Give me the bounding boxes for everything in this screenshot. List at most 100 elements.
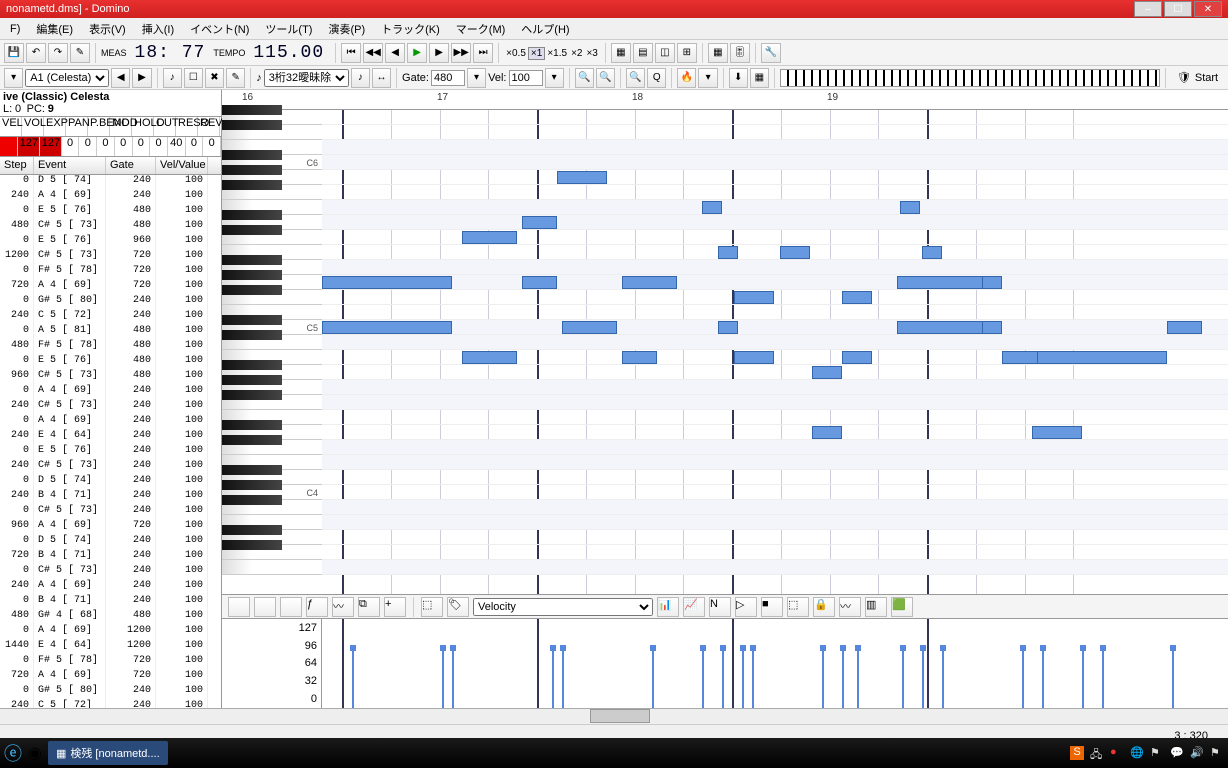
velocity-stick[interactable] [552, 648, 554, 708]
speed-button[interactable]: ×2 [569, 48, 584, 59]
event-row[interactable]: 0E 5 [ 76]240100 [0, 445, 221, 460]
select-tool-icon[interactable]: ☐ [184, 68, 203, 88]
midi-note[interactable] [842, 351, 872, 364]
velocity-stick[interactable] [857, 648, 859, 708]
midi-note[interactable] [718, 321, 738, 334]
event-row[interactable]: 960A 4 [ 69]720100 [0, 520, 221, 535]
midi-note[interactable] [734, 351, 774, 364]
fn-tool-icon[interactable]: ƒ [306, 597, 328, 617]
taskbar-item[interactable]: ▦ 検残 [nonametd.... [48, 741, 168, 765]
marquee-icon[interactable]: ⬚ [421, 597, 443, 617]
event-row[interactable]: 0F# 5 [ 78]720100 [0, 265, 221, 280]
midi-note[interactable] [522, 216, 557, 229]
velocity-stick[interactable] [1082, 648, 1084, 708]
h-scrollbar[interactable] [0, 708, 1228, 724]
midi-note[interactable] [812, 366, 842, 379]
midi-note[interactable] [982, 276, 1002, 289]
event-row[interactable]: 0E 5 [ 76]480100 [0, 355, 221, 370]
menu-item[interactable]: ヘルプ(H) [513, 21, 577, 37]
velocity-stick[interactable] [842, 648, 844, 708]
midi-note[interactable] [522, 276, 557, 289]
system-tray[interactable]: S 🖧 ● 🌐 ⚑ 💬 🔊 ⚑ [1070, 746, 1224, 760]
view2-icon[interactable]: ▤ [633, 43, 653, 63]
velocity-stick[interactable] [722, 648, 724, 708]
event-row[interactable]: 240A 4 [ 69]240100 [0, 190, 221, 205]
speed-button[interactable]: ×0.5 [504, 48, 528, 59]
event-row[interactable]: 720B 4 [ 71]240100 [0, 550, 221, 565]
midi-note[interactable] [812, 426, 842, 439]
snap-opt2-icon[interactable]: ↔ [372, 68, 391, 88]
midi-note[interactable] [780, 246, 810, 259]
view4-icon[interactable]: ⊞ [677, 43, 697, 63]
midi-note[interactable] [622, 351, 657, 364]
lock-icon[interactable]: 🔒 [813, 597, 835, 617]
pen-tool-icon[interactable] [280, 597, 302, 617]
piano-keys[interactable]: C6C5C4 [222, 110, 322, 594]
meter-icon[interactable]: 🟩 [891, 597, 913, 617]
erase-tool-icon[interactable]: ✖ [205, 68, 224, 88]
event-row[interactable]: 0A 4 [ 69]240100 [0, 415, 221, 430]
menu-item[interactable]: 編集(E) [28, 21, 81, 37]
velocity-grid[interactable] [322, 619, 1228, 708]
event-row[interactable]: 0A 5 [ 81]480100 [0, 325, 221, 340]
next-track-icon[interactable]: ▶ [132, 68, 151, 88]
event-row[interactable]: 720A 4 [ 69]720100 [0, 280, 221, 295]
zoomfit-icon[interactable]: 🔍 [626, 68, 645, 88]
vel-input[interactable] [509, 70, 543, 86]
event-row[interactable]: 480G# 4 [ 68]480100 [0, 610, 221, 625]
track-select[interactable]: A1 (Celesta) [25, 69, 109, 87]
ie-icon[interactable]: ⓔ [4, 740, 22, 766]
snap-opt1-icon[interactable]: ♪ [351, 68, 370, 88]
menu-item[interactable]: マーク(M) [448, 21, 514, 37]
velocity-stick[interactable] [452, 648, 454, 708]
midi-note[interactable] [922, 246, 942, 259]
velocity-param-select[interactable]: Velocity [473, 598, 653, 616]
gate-input[interactable] [431, 70, 465, 86]
midi-note[interactable] [462, 231, 517, 244]
midi-note[interactable] [734, 291, 774, 304]
event-row[interactable]: 240C 5 [ 72]240100 [0, 310, 221, 325]
close-button[interactable]: ✕ [1194, 1, 1222, 17]
dropdown-arrow-icon[interactable]: ▾ [4, 68, 23, 88]
velocity-stick[interactable] [922, 648, 924, 708]
draw-tool-icon[interactable]: ✎ [226, 68, 245, 88]
prev-track-icon[interactable]: ◀ [111, 68, 130, 88]
zoom-q-icon[interactable]: Q [647, 68, 666, 88]
velocity-stick[interactable] [702, 648, 704, 708]
event-row[interactable]: 1200C# 5 [ 73]720100 [0, 250, 221, 265]
flame-icon[interactable]: 🔥 [677, 68, 696, 88]
event-row[interactable]: 480C# 5 [ 73]480100 [0, 220, 221, 235]
chart1-icon[interactable]: 📊 [657, 597, 679, 617]
event-row[interactable]: 480F# 5 [ 78]480100 [0, 340, 221, 355]
event-row[interactable]: 240C# 5 [ 73]240100 [0, 460, 221, 475]
midi-note[interactable] [702, 201, 722, 214]
midi-note[interactable] [1032, 426, 1082, 439]
menu-item[interactable]: ツール(T) [257, 21, 320, 37]
midi-note[interactable] [900, 201, 920, 214]
step-back-icon[interactable]: ◀◀ [363, 43, 383, 63]
event-row[interactable]: 1440E 4 [ 64]1200100 [0, 640, 221, 655]
midi-note[interactable] [718, 246, 738, 259]
event-row[interactable]: 0A 4 [ 69]1200100 [0, 625, 221, 640]
midi-note[interactable] [982, 321, 1002, 334]
midi-note[interactable] [622, 276, 677, 289]
rewind-start-icon[interactable]: ⏮ [341, 43, 361, 63]
event-row[interactable]: 960C# 5 [ 73]480100 [0, 370, 221, 385]
event-row[interactable]: 0E 5 [ 76]480100 [0, 205, 221, 220]
bars-icon[interactable]: ▥ [865, 597, 887, 617]
event-row[interactable]: 0F# 5 [ 78]720100 [0, 655, 221, 670]
midi-note[interactable] [1037, 351, 1167, 364]
event-row[interactable]: 0D 5 [ 74]240100 [0, 475, 221, 490]
event-row[interactable]: 0G# 5 [ 80]240100 [0, 685, 221, 700]
download-icon[interactable]: ⬇ [729, 68, 748, 88]
end-icon[interactable]: ⏭ [473, 43, 493, 63]
event-row[interactable]: 240A 4 [ 69]240100 [0, 580, 221, 595]
view1-icon[interactable]: ▦ [611, 43, 631, 63]
minimize-button[interactable]: – [1134, 1, 1162, 17]
velocity-stick[interactable] [1172, 648, 1174, 708]
velocity-stick[interactable] [652, 648, 654, 708]
event-row[interactable]: 0B 4 [ 71]240100 [0, 595, 221, 610]
view3-icon[interactable]: ◫ [655, 43, 675, 63]
velocity-stick[interactable] [1022, 648, 1024, 708]
event-row[interactable]: 240C 5 [ 72]240100 [0, 700, 221, 708]
